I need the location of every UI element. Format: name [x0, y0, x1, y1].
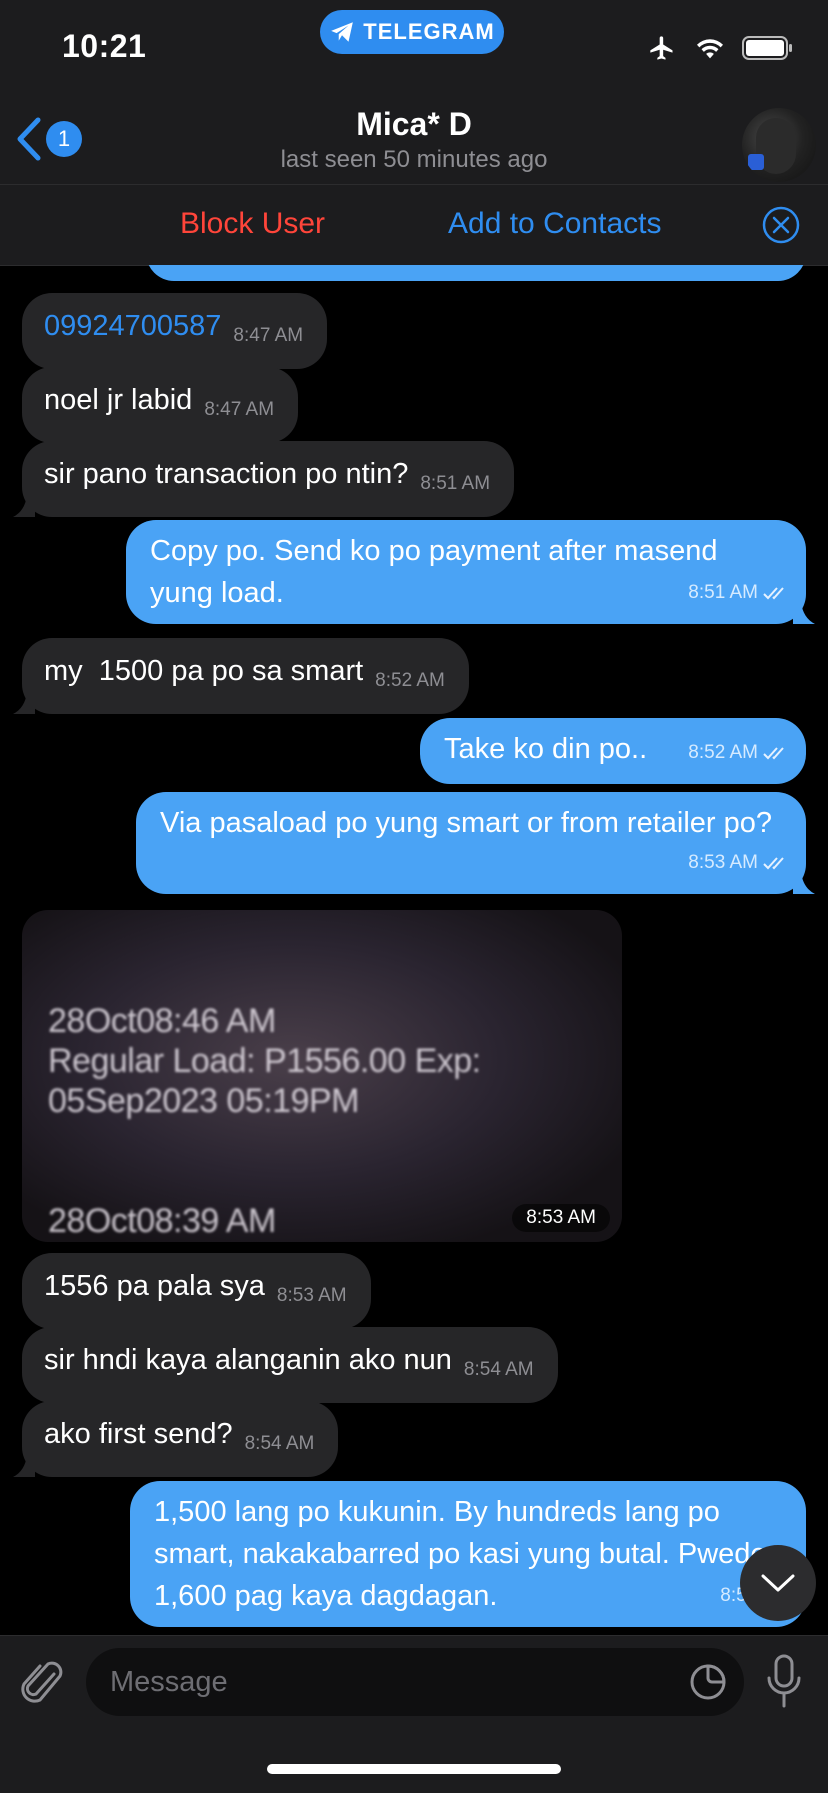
chevron-down-icon: [761, 1574, 795, 1592]
message-text: sir pano transaction po ntin?: [44, 458, 409, 490]
message-time: 8:54 AM: [463, 1359, 534, 1380]
message-time: 8:47 AM: [233, 325, 304, 346]
telegram-pill-label: TELEGRAM: [363, 19, 495, 44]
message-bubble-incoming[interactable]: 09924700587 8:47 AM: [22, 293, 328, 369]
message-text: Copy po. Send ko po payment after masend…: [150, 535, 718, 609]
message-text: my 1500 pa po sa smart: [44, 655, 364, 687]
double-check-icon: [763, 747, 784, 760]
message-bubble-partial: [146, 265, 806, 281]
add-to-contacts-button[interactable]: Add to Contacts: [448, 207, 661, 241]
bubble-tail: [793, 872, 815, 894]
telegram-return-pill[interactable]: TELEGRAM: [320, 10, 504, 54]
bubble-tail: [13, 692, 35, 714]
message-meta: 8:51 AM: [688, 572, 790, 614]
status-icons: [646, 34, 794, 62]
photo-message[interactable]: 28Oct08:46 AM Regular Load: P1556.00 Exp…: [22, 910, 622, 1242]
home-indicator[interactable]: [267, 1764, 561, 1774]
message-bubble-outgoing[interactable]: Copy po. Send ko po payment after masend…: [126, 520, 815, 624]
paperclip-icon[interactable]: [20, 1656, 64, 1710]
last-seen-status: last seen 50 minutes ago: [280, 146, 548, 173]
message-text: noel jr labid: [44, 384, 193, 416]
airplane-icon: [650, 36, 673, 60]
status-bar: 10:21 TELEGRAM: [0, 0, 828, 100]
message-text: ako first send?: [44, 1418, 233, 1450]
bubble-tail: [13, 1455, 35, 1477]
message-time: 8:47 AM: [204, 399, 275, 420]
message-text: Take ko din po..: [444, 733, 648, 765]
message-time: 8:53 AM: [276, 1285, 347, 1306]
message-text-link[interactable]: 09924700587: [44, 310, 221, 342]
battery-icon: [742, 36, 792, 60]
message-bubble-incoming[interactable]: ako first send? 8:54 AM: [13, 1401, 339, 1477]
message-time: 8:54 AM: [244, 1433, 315, 1454]
double-check-icon: [763, 587, 784, 600]
message-time: 8:52 AM: [375, 670, 445, 691]
message-text: Via pasaload po yung smart or from retai…: [160, 807, 773, 839]
message-bubble-outgoing[interactable]: Via pasaload po yung smart or from retai…: [136, 792, 815, 894]
photo-text-line: 28Oct08:46 AM: [48, 1002, 276, 1040]
message-time: 8:52 AM: [688, 742, 758, 763]
message-bubble-outgoing[interactable]: 1,500 lang po kukunin. By hundreds lang …: [130, 1481, 806, 1627]
block-user-button[interactable]: Block User: [180, 207, 325, 241]
message-time: 8:53 AM: [688, 852, 758, 873]
paperplane-icon: [331, 22, 354, 42]
message-input-placeholder: Message: [110, 1666, 228, 1698]
avatar[interactable]: [742, 108, 816, 182]
message-input[interactable]: Message: [86, 1648, 744, 1716]
message-text: 1,500 lang po kukunin. By hundreds lang …: [154, 1496, 767, 1612]
message-time: 8:51 AM: [420, 473, 491, 494]
message-bubble-outgoing[interactable]: Take ko din po.. 8:52 AM: [420, 718, 806, 784]
photo-text-line: 05Sep2023 05:19PM: [48, 1082, 359, 1120]
close-circle-icon[interactable]: [761, 205, 801, 245]
wifi-icon: [697, 39, 723, 59]
status-time: 10:21: [62, 28, 147, 64]
bubble-tail: [13, 495, 35, 517]
chat-header: 1 Mica* D last seen 50 minutes ago: [0, 100, 828, 184]
scroll-to-bottom-button[interactable]: [740, 1545, 816, 1621]
photo-text-line: Regular Load: P1556.00 Exp:: [48, 1042, 481, 1080]
message-bubble-incoming[interactable]: noel jr labid 8:47 AM: [22, 367, 299, 443]
message-bubble-incoming[interactable]: 1556 pa pala sya 8:53 AM: [22, 1253, 371, 1329]
photo-timestamp: 8:53 AM: [512, 1204, 610, 1232]
photo-text-line: 28Oct08:39 AM: [48, 1202, 276, 1240]
double-check-icon: [763, 857, 784, 870]
contact-name[interactable]: Mica* D: [0, 106, 828, 143]
message-meta: 8:53 AM: [688, 842, 790, 884]
message-time: 8:51 AM: [688, 582, 758, 603]
message-bubble-incoming[interactable]: sir hndi kaya alanganin ako nun 8:54 AM: [22, 1327, 558, 1403]
message-text: 1556 pa pala sya: [44, 1270, 265, 1302]
avatar-detail: [748, 154, 764, 170]
contact-action-bar: Block User Add to Contacts: [0, 184, 828, 266]
message-meta: 8:52 AM: [688, 732, 790, 774]
message-text: sir hndi kaya alanganin ako nun: [44, 1344, 452, 1376]
bubble-tail: [793, 602, 815, 624]
message-bubble-incoming[interactable]: sir pano transaction po ntin? 8:51 AM: [13, 441, 515, 517]
message-list[interactable]: 09924700587 8:47 AM noel jr labid 8:47 AM …: [0, 265, 828, 1635]
message-bubble-incoming[interactable]: my 1500 pa po sa smart 8:52 AM: [13, 638, 469, 714]
sticker-icon[interactable]: [688, 1662, 728, 1702]
microphone-icon[interactable]: [764, 1654, 804, 1712]
